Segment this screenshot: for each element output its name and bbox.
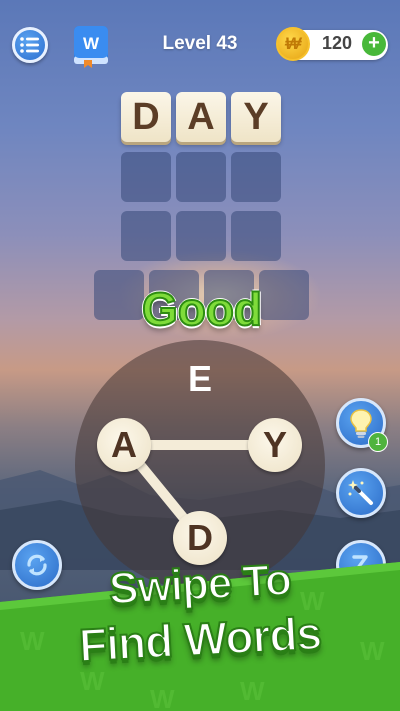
svg-text:W: W <box>150 684 175 711</box>
svg-text:W: W <box>240 676 265 706</box>
wheel-letter[interactable]: E <box>173 352 227 406</box>
hint-count-badge: 1 <box>368 432 388 452</box>
magic-wand-button[interactable] <box>336 468 386 518</box>
wheel-letter-selected[interactable]: Y <box>248 418 302 472</box>
wheel-letter-selected[interactable]: A <box>97 418 151 472</box>
magic-wand-icon <box>348 480 373 505</box>
